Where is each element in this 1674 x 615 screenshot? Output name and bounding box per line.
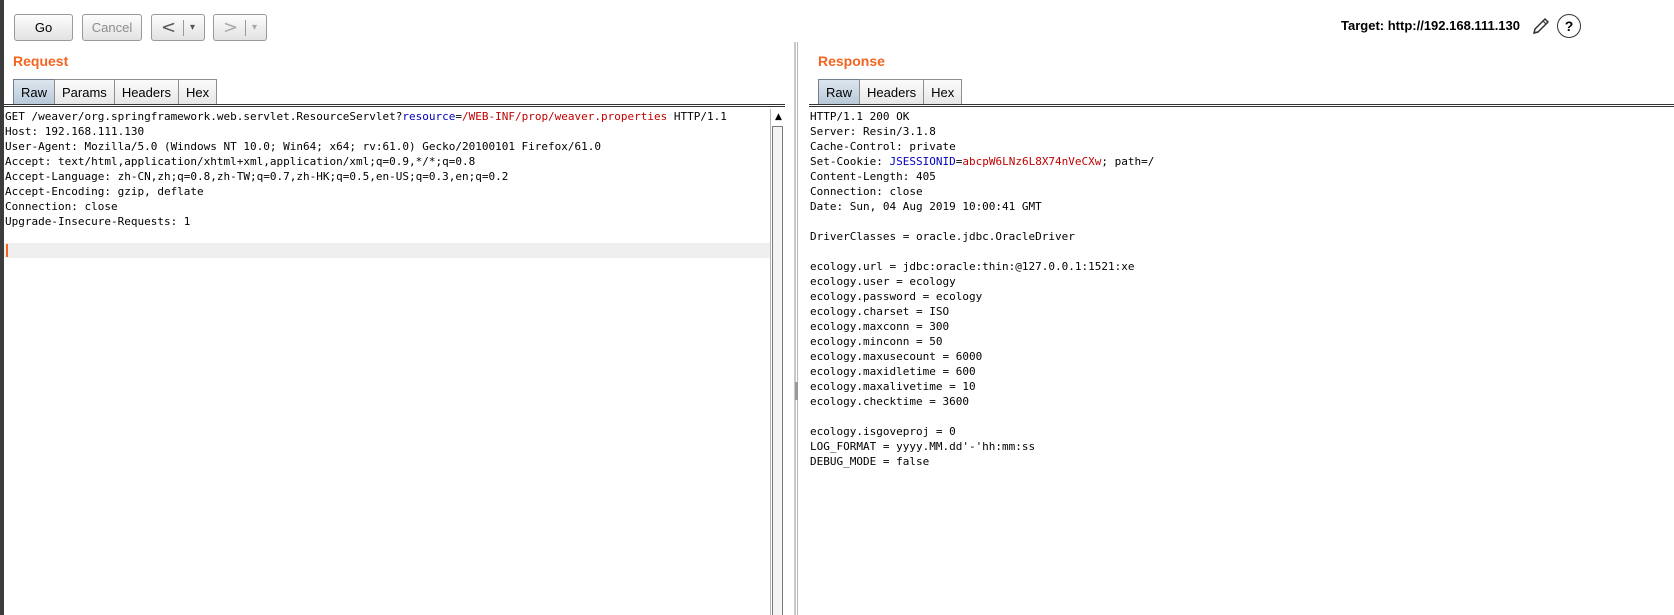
splitter-grip[interactable] <box>795 382 798 400</box>
response-line: HTTP/1.1 200 OK <box>810 110 910 123</box>
set-cookie-line: Set-Cookie: JSESSIONID=abcpW6LNz6L8X74nV… <box>810 155 1155 168</box>
request-title: Request <box>13 53 69 69</box>
response-tab-underline <box>809 104 1674 107</box>
splitter-bar <box>797 42 798 615</box>
pencil-icon[interactable] <box>1530 15 1552 37</box>
response-line: Server: Resin/3.1.8 <box>810 125 936 138</box>
response-line: Date: Sun, 04 Aug 2019 10:00:41 GMT <box>810 200 1042 213</box>
tab-headers[interactable]: Headers <box>859 79 925 104</box>
response-tabs: Raw Headers Hex <box>818 79 963 104</box>
back-button[interactable]: < ▾ <box>151 14 205 41</box>
response-line: Cache-Control: private <box>810 140 956 153</box>
response-line: Content-Length: 405 <box>810 170 936 183</box>
tab-hex[interactable]: Hex <box>923 79 963 104</box>
pane-splitter[interactable] <box>792 42 802 615</box>
response-line: ecology.isgoveproj = 0 <box>810 425 956 438</box>
tab-raw[interactable]: Raw <box>13 79 56 104</box>
header-line: Host: 192.168.111.130 <box>5 125 145 138</box>
response-line: DEBUG_MODE = false <box>810 455 930 468</box>
chevron-down-icon[interactable]: ▾ <box>187 22 199 33</box>
tab-raw[interactable]: Raw <box>818 79 861 104</box>
cookie-name: JSESSIONID <box>889 155 956 168</box>
response-line: ecology.checktime = 3600 <box>810 395 969 408</box>
chevron-down-icon[interactable]: ▾ <box>249 22 261 33</box>
response-line <box>810 244 1670 259</box>
response-line: ecology.user = ecology <box>810 275 956 288</box>
response-line <box>810 409 1670 424</box>
back-arrow-icon: < <box>160 17 177 38</box>
forward-button[interactable]: > ▾ <box>213 14 267 41</box>
request-editor[interactable]: GET /weaver/org.springframework.web.serv… <box>5 109 769 229</box>
forward-arrow-icon: > <box>222 17 239 38</box>
header-line: Accept: text/html,application/xhtml+xml,… <box>5 155 476 168</box>
response-line: ecology.maxidletime = 600 <box>810 365 976 378</box>
response-editor[interactable]: HTTP/1.1 200 OK Server: Resin/3.1.8 Cach… <box>810 109 1670 469</box>
param-name: resource <box>402 110 456 123</box>
response-title: Response <box>818 53 885 69</box>
window-left-edge <box>0 0 4 615</box>
request-tab-underline <box>4 104 785 107</box>
request-tabs: Raw Params Headers Hex <box>13 79 218 104</box>
response-line: ecology.maxconn = 300 <box>810 320 950 333</box>
response-line: ecology.url = jdbc:oracle:thin:@127.0.0.… <box>810 260 1135 273</box>
back-button-divider <box>182 19 184 36</box>
response-line: Connection: close <box>810 185 923 198</box>
current-line-highlight <box>4 243 770 258</box>
response-line: LOG_FORMAT = yyyy.MM.dd'-'hh:mm:ss <box>810 440 1036 453</box>
tab-headers[interactable]: Headers <box>113 79 179 104</box>
go-button[interactable]: Go <box>14 14 73 41</box>
header-line: Connection: close <box>5 200 118 213</box>
response-line: ecology.password = ecology <box>810 290 983 303</box>
cookie-value: abcpW6LNz6L8X74nVeCXw <box>962 155 1102 168</box>
response-line <box>810 214 1670 229</box>
param-value: /WEB-INF/prop/weaver.properties <box>461 110 668 123</box>
response-line: ecology.maxalivetime = 10 <box>810 380 976 393</box>
splitter-bar <box>794 42 796 615</box>
response-line: ecology.maxusecount = 6000 <box>810 350 983 363</box>
target-label: Target: http://192.168.111.130 <box>1341 18 1520 33</box>
response-line: ecology.minconn = 50 <box>810 335 943 348</box>
cancel-button[interactable]: Cancel <box>82 14 142 41</box>
scrollbar-thumb[interactable] <box>772 126 783 615</box>
request-line: GET /weaver/org.springframework.web.serv… <box>5 110 727 123</box>
help-icon[interactable]: ? <box>1557 14 1581 38</box>
response-line: ecology.charset = ISO <box>810 305 950 318</box>
response-line: DriverClasses = oracle.jdbc.OracleDriver <box>810 230 1075 243</box>
scroll-up-arrow-icon[interactable]: ▲ <box>771 110 786 124</box>
header-line: Upgrade-Insecure-Requests: 1 <box>5 215 191 228</box>
text-caret <box>6 244 8 257</box>
tab-params[interactable]: Params <box>54 79 115 104</box>
header-line: User-Agent: Mozilla/5.0 (Windows NT 10.0… <box>5 140 602 153</box>
forward-button-divider <box>244 19 246 36</box>
header-line: Accept-Language: zh-CN,zh;q=0.8,zh-TW;q=… <box>5 170 509 183</box>
tab-hex[interactable]: Hex <box>177 79 218 104</box>
header-line: Accept-Encoding: gzip, deflate <box>5 185 204 198</box>
